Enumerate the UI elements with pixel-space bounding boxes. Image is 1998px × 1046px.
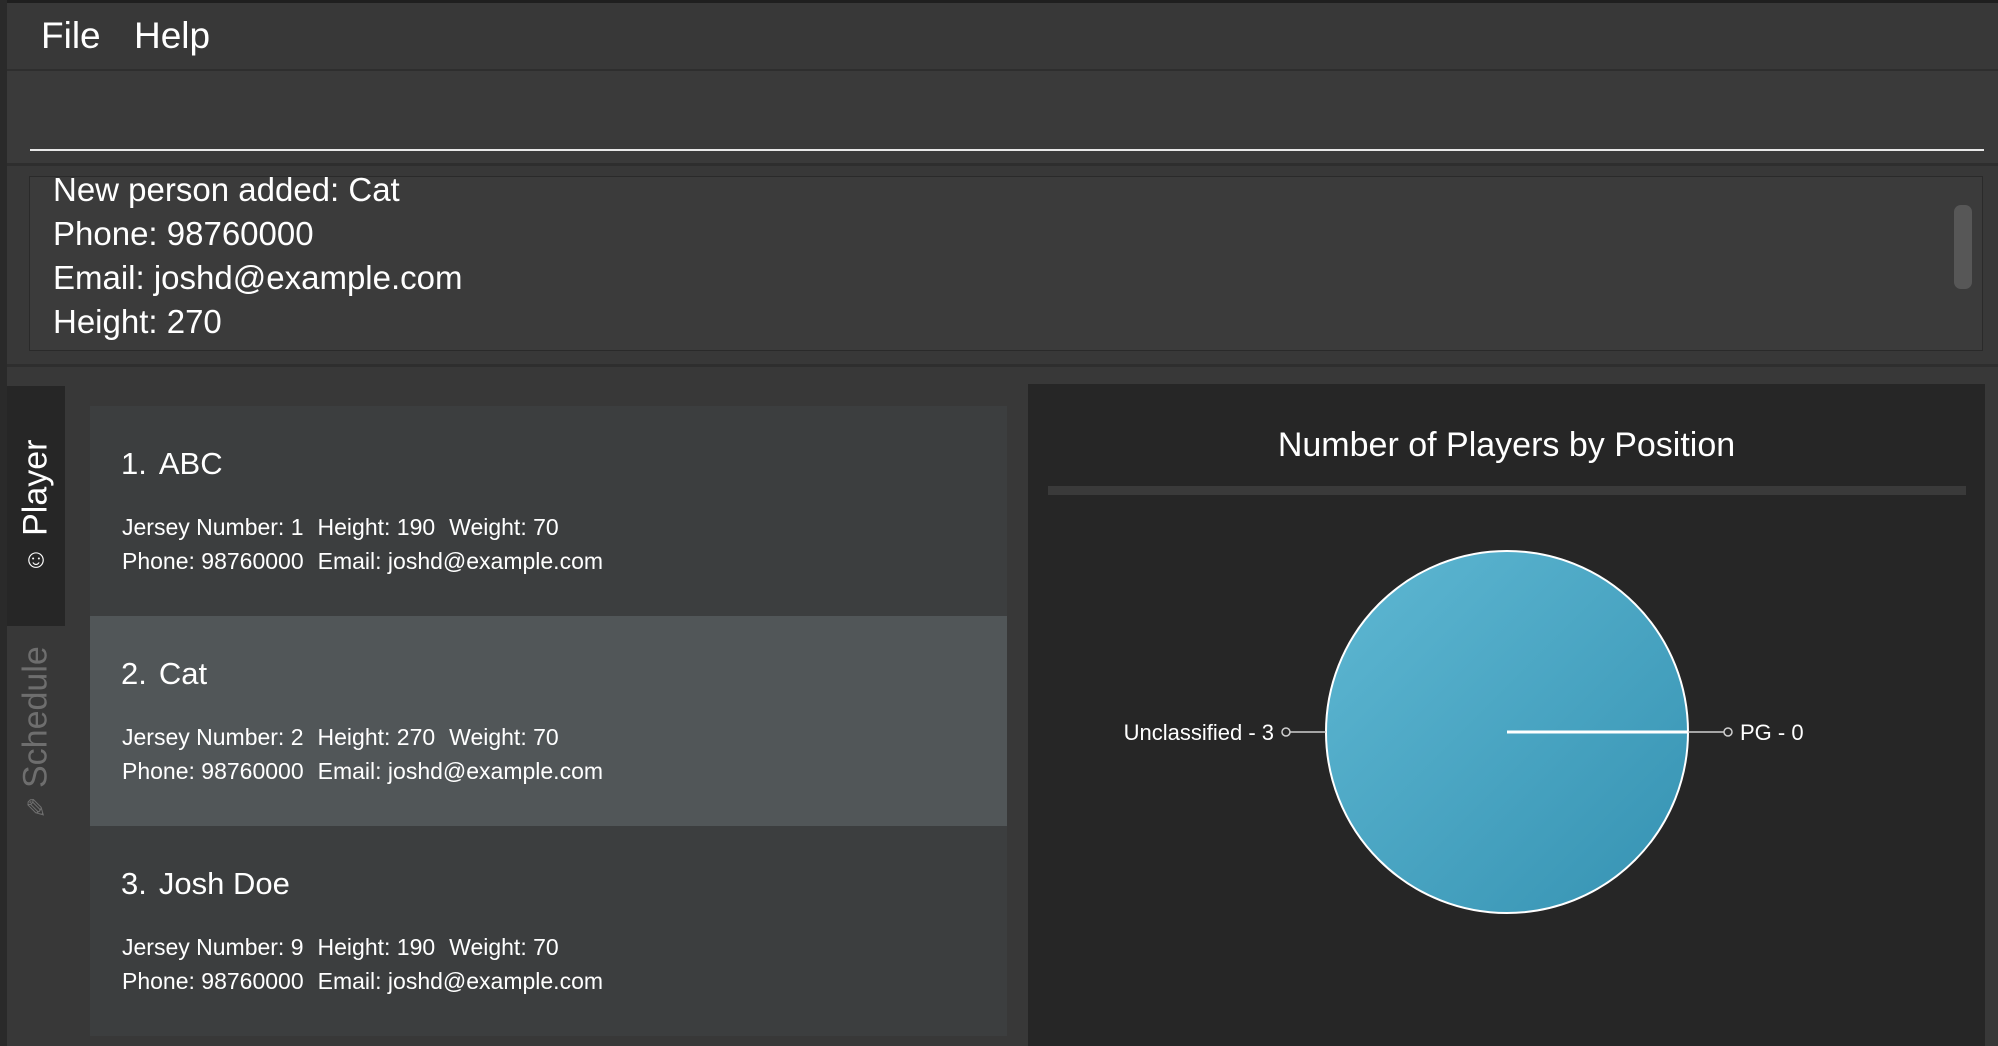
tab-player[interactable]: ☺ Player [7, 386, 65, 626]
player-name: 2. Cat [121, 656, 207, 692]
player-weight: Weight: 70 [449, 514, 559, 540]
smiley-icon: ☺ [22, 543, 50, 574]
side-tab-bar: ☺ Player ✎ Schedule [7, 384, 67, 1046]
player-email: Email: joshd@example.com [317, 548, 604, 574]
player-contact: Phone: 98760000 Email: joshd@example.com [122, 758, 617, 785]
player-email: Email: joshd@example.com [317, 758, 604, 784]
player-card-3[interactable]: 3. Josh Doe Jersey Number: 9 Height: 190 We… [90, 826, 1007, 1036]
player-card-1[interactable]: 1. ABC Jersey Number: 1 Height: 190 Weight:… [90, 406, 1007, 616]
player-index: 1. [121, 446, 147, 481]
player-stats: Jersey Number: 2 Height: 270 Weight: 70 [122, 724, 573, 751]
player-height: Height: 190 [317, 934, 436, 960]
result-line-added: New person added: Cat [53, 176, 400, 208]
player-height: Height: 190 [317, 514, 436, 540]
player-name-text: Josh Doe [158, 866, 290, 901]
command-input[interactable] [30, 81, 1984, 151]
result-line-email: Email: joshd@example.com [53, 259, 463, 296]
result-display-panel: New person added: Cat Phone: 98760000 Em… [7, 166, 1998, 367]
player-stats: Jersey Number: 1 Height: 190 Weight: 70 [122, 514, 573, 541]
window-left-border [0, 0, 7, 1046]
player-list: 1. ABC Jersey Number: 1 Height: 190 Weight:… [90, 406, 1007, 1046]
position-chart-panel: Number of Players by Position Unclassifi… [1028, 384, 1985, 1046]
pie-chart: Unclassified - 3 PG - 0 [1124, 550, 1804, 914]
player-contact: Phone: 98760000 Email: joshd@example.com [122, 548, 617, 575]
menu-bar: File Help [7, 3, 1998, 71]
pie-leader-dot [1281, 727, 1291, 737]
result-display: New person added: Cat Phone: 98760000 Em… [29, 176, 1983, 351]
player-jersey: Jersey Number: 1 [122, 514, 304, 540]
player-card-2[interactable]: 2. Cat Jersey Number: 2 Height: 270 Weight:… [90, 616, 1007, 826]
result-line-height: Height: 270 [53, 303, 222, 340]
player-weight: Weight: 70 [449, 934, 559, 960]
pie-leader-dot [1723, 727, 1733, 737]
pie-label-unclassified: Unclassified - 3 [1124, 720, 1274, 745]
player-name-text: ABC [158, 446, 223, 481]
tab-schedule-label: Schedule [16, 646, 55, 788]
player-jersey: Jersey Number: 2 [122, 724, 304, 750]
player-contact: Phone: 98760000 Email: joshd@example.com [122, 968, 617, 995]
tab-schedule[interactable]: ✎ Schedule [7, 628, 65, 838]
player-stats: Jersey Number: 9 Height: 190 Weight: 70 [122, 934, 573, 961]
player-phone: Phone: 98760000 [122, 548, 304, 574]
menu-file[interactable]: File [41, 15, 101, 57]
player-height: Height: 270 [317, 724, 436, 750]
menu-help[interactable]: Help [134, 15, 210, 57]
player-name: 1. ABC [121, 446, 223, 482]
player-email: Email: joshd@example.com [317, 968, 604, 994]
tab-player-label: Player [16, 439, 55, 536]
player-index: 2. [121, 656, 147, 691]
pie-label-pg: PG - 0 [1740, 720, 1804, 745]
player-index: 3. [121, 866, 147, 901]
player-weight: Weight: 70 [449, 724, 559, 750]
player-jersey: Jersey Number: 9 [122, 934, 304, 960]
player-phone: Phone: 98760000 [122, 968, 304, 994]
command-box [7, 71, 1998, 166]
result-scrollbar[interactable] [1954, 205, 1972, 289]
player-name-text: Cat [158, 656, 208, 691]
player-name: 3. Josh Doe [121, 866, 290, 902]
result-line-phone: Phone: 98760000 [53, 215, 314, 252]
player-phone: Phone: 98760000 [122, 758, 304, 784]
pencil-icon: ✎ [25, 793, 47, 824]
